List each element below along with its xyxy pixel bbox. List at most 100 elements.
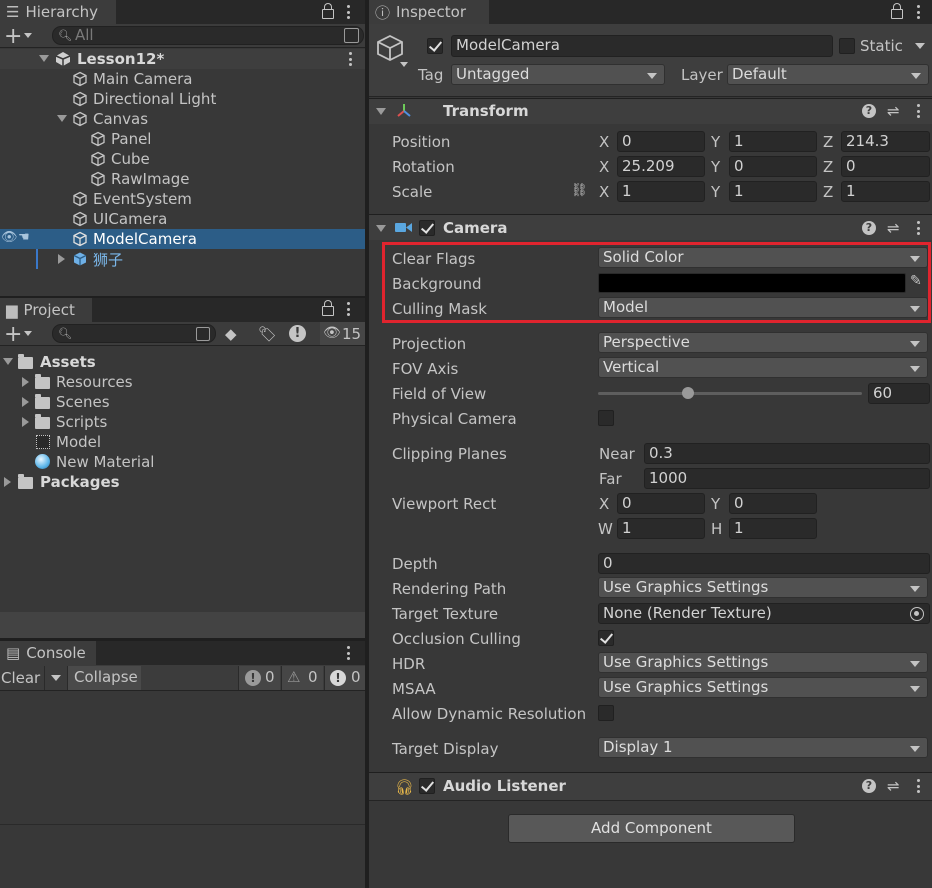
viewport-x-field[interactable]: 0 [617, 493, 705, 514]
target-display-dropdown[interactable]: Display 1 [598, 737, 928, 758]
hierarchy-item[interactable]: EventSystem [0, 189, 365, 209]
expand-icon[interactable] [58, 254, 65, 264]
tab-inspector[interactable]: ⓘ Inspector [369, 0, 489, 24]
project-menu-icon[interactable] [344, 302, 352, 316]
hierarchy-item[interactable]: Canvas [0, 109, 365, 129]
fov-value-field[interactable]: 60 [868, 383, 930, 404]
help-icon[interactable]: ? [862, 779, 876, 793]
fov-axis-dropdown[interactable]: Vertical [598, 357, 928, 378]
static-dropdown-icon[interactable] [915, 43, 925, 49]
preset-icon[interactable]: ⇌ [887, 102, 900, 120]
add-dropdown-icon[interactable] [24, 33, 32, 38]
collapse-button[interactable]: Collapse [67, 666, 141, 690]
hierarchy-item[interactable]: 狮子 [0, 249, 365, 269]
clear-button[interactable]: Clear [1, 669, 40, 687]
rendering-path-dropdown[interactable]: Use Graphics Settings [598, 577, 928, 598]
gameobject-icon[interactable] [376, 34, 404, 64]
static-checkbox[interactable] [839, 38, 855, 54]
help-icon[interactable]: ? [862, 104, 876, 118]
tab-console[interactable]: ▤ Console [0, 641, 96, 665]
project-asset[interactable]: New Material [0, 452, 365, 472]
preset-icon[interactable]: ⇌ [887, 777, 900, 795]
target-texture-field[interactable]: None (Render Texture) [598, 603, 930, 624]
transform-menu-icon[interactable] [914, 104, 922, 118]
dynamic-resolution-checkbox[interactable] [598, 705, 614, 721]
icon-dropdown-icon[interactable] [400, 62, 408, 67]
scale-z-field[interactable]: 1 [841, 181, 930, 202]
expand-icon[interactable] [22, 377, 29, 387]
visibility-eye-icon[interactable]: 👁︎ [1, 230, 18, 245]
filter-type-icon[interactable]: ◆ [225, 325, 237, 343]
hierarchy-item[interactable]: Main Camera [0, 69, 365, 89]
tab-hierarchy[interactable]: ☰ Hierarchy [0, 0, 116, 24]
expand-icon[interactable] [22, 417, 29, 427]
viewport-h-field[interactable]: 1 [729, 518, 817, 539]
rotation-x-field[interactable]: 25.209 [617, 156, 705, 177]
console-menu-icon[interactable] [344, 646, 352, 660]
expand-icon[interactable] [39, 55, 49, 62]
object-name-field[interactable]: ModelCamera [451, 35, 833, 57]
occlusion-culling-checkbox[interactable] [598, 630, 614, 646]
hierarchy-menu-icon[interactable] [344, 5, 352, 19]
filter-log-icon[interactable]: ! [289, 325, 306, 342]
project-folder[interactable]: Scenes [0, 392, 365, 412]
project-folder[interactable]: Packages [0, 472, 365, 492]
filter-label-icon[interactable]: 🏷︎ [258, 325, 277, 343]
culling-mask-dropdown[interactable]: Model [598, 297, 928, 318]
expand-icon[interactable] [22, 397, 29, 407]
far-field[interactable]: 1000 [644, 468, 930, 489]
lock-icon[interactable] [322, 300, 334, 316]
panel-splitter[interactable] [365, 0, 369, 888]
error-toggle[interactable]: ! 0 [238, 666, 280, 690]
scene-row[interactable]: Lesson12* [0, 49, 365, 69]
depth-field[interactable]: 0 [598, 553, 930, 574]
project-folder[interactable]: Resources [0, 372, 365, 392]
create-icon[interactable]: + [4, 322, 22, 347]
message-toggle[interactable]: ! 0 [324, 666, 365, 690]
expand-icon[interactable] [4, 477, 11, 487]
rotation-y-field[interactable]: 0 [729, 156, 817, 177]
clear-options-button[interactable] [44, 666, 66, 690]
search-options-icon[interactable] [196, 327, 210, 341]
audio-listener-checkbox[interactable] [419, 778, 435, 794]
layer-dropdown[interactable]: Default [727, 64, 929, 85]
collapse-icon[interactable] [376, 225, 386, 232]
camera-enabled-checkbox[interactable] [419, 220, 435, 236]
near-field[interactable]: 0.3 [644, 443, 930, 464]
lock-icon[interactable] [891, 3, 903, 19]
scale-y-field[interactable]: 1 [729, 181, 817, 202]
add-icon[interactable]: + [4, 24, 22, 49]
eyedropper-icon[interactable]: ✎ [910, 273, 922, 289]
hierarchy-item[interactable]: UICamera [0, 209, 365, 229]
hierarchy-item[interactable]: RawImage [0, 169, 365, 189]
position-y-field[interactable]: 1 [729, 131, 817, 152]
active-checkbox[interactable] [427, 38, 443, 54]
viewport-w-field[interactable]: 1 [617, 518, 705, 539]
hierarchy-search-input[interactable]: All [52, 26, 364, 45]
pick-hand-icon[interactable]: ☚ [18, 230, 30, 245]
lock-icon[interactable] [322, 3, 334, 19]
rotation-z-field[interactable]: 0 [841, 156, 930, 177]
hierarchy-item[interactable]: Panel [0, 129, 365, 149]
project-search-input[interactable] [52, 324, 216, 343]
physical-camera-checkbox[interactable] [598, 410, 614, 426]
help-icon[interactable]: ? [862, 221, 876, 235]
fov-slider-track[interactable] [598, 392, 862, 395]
tag-dropdown[interactable]: Untagged [451, 64, 665, 85]
hierarchy-item[interactable]: Cube [0, 149, 365, 169]
scale-x-field[interactable]: 1 [617, 181, 705, 202]
tab-project[interactable]: ▆ Project [0, 298, 92, 322]
msaa-dropdown[interactable]: Use Graphics Settings [598, 677, 928, 698]
projection-dropdown[interactable]: Perspective [598, 332, 928, 353]
hdr-dropdown[interactable]: Use Graphics Settings [598, 652, 928, 673]
audio-listener-menu-icon[interactable] [914, 779, 922, 793]
unlink-icon[interactable]: ⛓︎ [571, 183, 588, 198]
hierarchy-item[interactable]: Directional Light [0, 89, 365, 109]
create-dropdown-icon[interactable] [24, 331, 32, 336]
camera-menu-icon[interactable] [914, 221, 922, 235]
object-picker-icon[interactable] [910, 607, 924, 621]
hierarchy-item-selected[interactable]: 👁︎ ☚ ModelCamera [0, 229, 365, 249]
preset-icon[interactable]: ⇌ [887, 219, 900, 237]
viewport-y-field[interactable]: 0 [729, 493, 817, 514]
background-color-field[interactable] [598, 273, 906, 293]
